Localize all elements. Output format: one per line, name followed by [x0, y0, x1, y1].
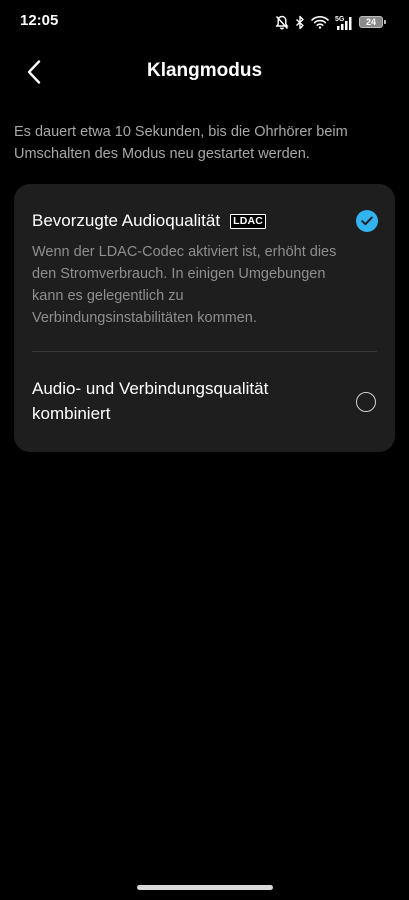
sound-mode-card: Bevorzugte Audioqualität LDAC Wenn der L…	[14, 184, 395, 452]
header: Klangmodus	[0, 44, 409, 100]
ldac-badge: LDAC	[230, 213, 267, 229]
bluetooth-icon	[296, 15, 304, 29]
wifi-icon	[311, 16, 329, 29]
battery-icon: 24	[359, 16, 386, 28]
option-title: Audio- und Verbindungsqualität kombinier…	[32, 379, 269, 423]
home-indicator[interactable]	[137, 885, 273, 890]
info-text: Es dauert etwa 10 Sekunden, bis die Ohrh…	[14, 124, 348, 162]
status-time: 12:05	[20, 12, 59, 29]
battery-level: 24	[365, 17, 376, 27]
signal-icon: 5G	[335, 16, 352, 30]
radio-unchecked-icon[interactable]	[356, 392, 376, 412]
option-description: Wenn der LDAC-Codec aktiviert ist, erhöh…	[32, 244, 337, 326]
status-icons: 5G 24	[275, 12, 386, 32]
status-bar: 12:05 5G 24	[0, 0, 409, 44]
option-title: Bevorzugte Audioqualität	[32, 211, 221, 230]
bell-off-icon	[275, 15, 289, 29]
checkmark-icon	[361, 216, 373, 226]
option-preferred-audio-quality[interactable]: Bevorzugte Audioqualität LDAC Wenn der L…	[14, 184, 395, 352]
option-title-row: Bevorzugte Audioqualität LDAC	[32, 211, 267, 231]
option-combined-quality[interactable]: Audio- und Verbindungsqualität kombinier…	[14, 352, 395, 452]
network-type-label: 5G	[335, 16, 345, 23]
page-title: Klangmodus	[146, 60, 263, 81]
radio-checked-icon[interactable]	[356, 210, 378, 232]
